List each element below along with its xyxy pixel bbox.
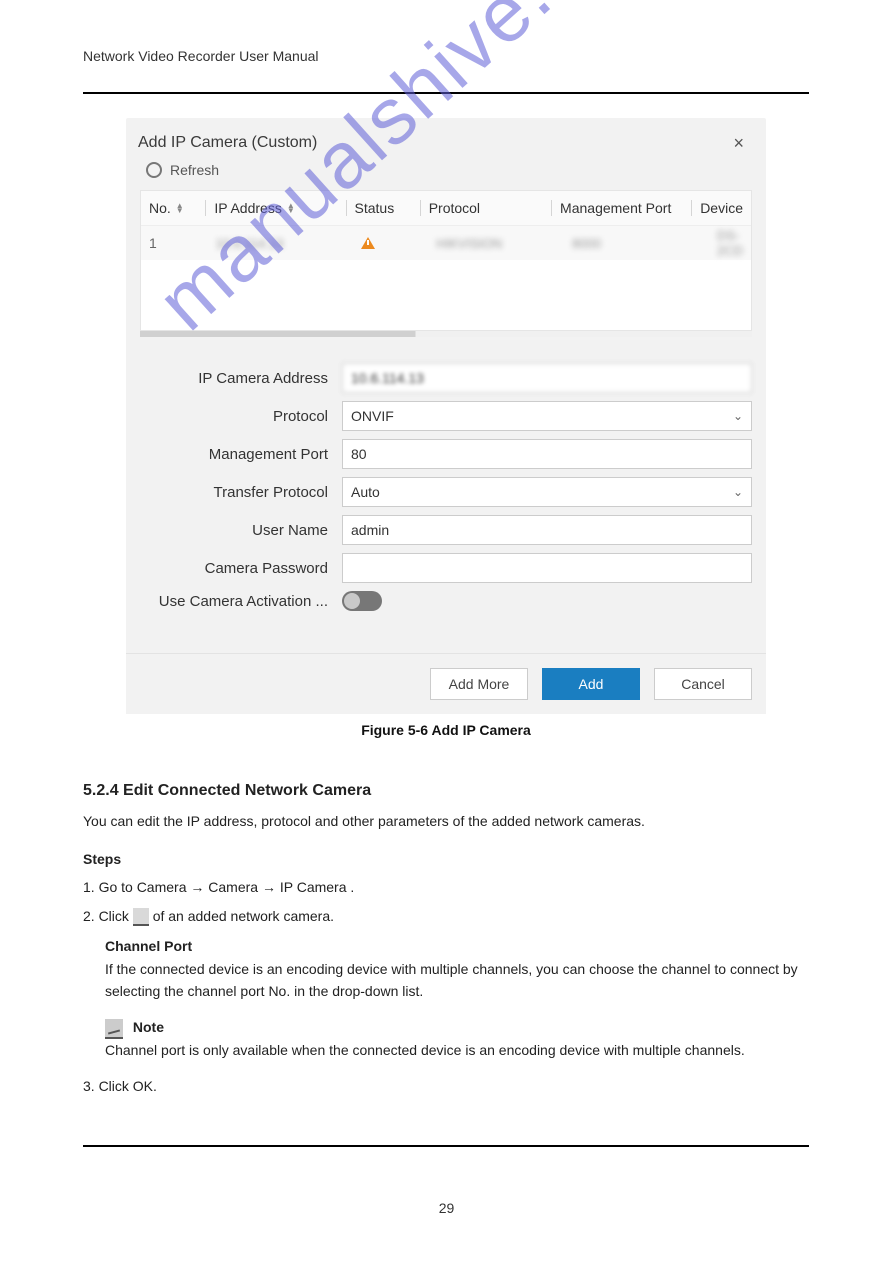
activation-toggle[interactable] xyxy=(342,591,382,611)
col-no[interactable]: No. xyxy=(149,200,171,216)
cell-device: DS-2CD xyxy=(717,228,743,258)
rule-top xyxy=(83,92,809,94)
col-device[interactable]: Device xyxy=(700,200,743,216)
warning-icon xyxy=(361,237,375,249)
section-body: 5.2.4 Edit Connected Network Camera You … xyxy=(83,760,809,1104)
label-ip-address: IP Camera Address xyxy=(140,370,342,387)
label-user-name: User Name xyxy=(140,522,342,539)
col-mport[interactable]: Management Port xyxy=(560,200,671,216)
figure-caption: Figure 5-6 Add IP Camera xyxy=(83,722,809,738)
protocol-value: ONVIF xyxy=(351,408,394,424)
cell-mport: 8000 xyxy=(572,236,601,251)
step-1: 1. Go to Camera → Camera → IP Camera . xyxy=(83,876,809,898)
dialog-footer: Add More Add Cancel xyxy=(126,653,766,714)
label-protocol: Protocol xyxy=(140,408,342,425)
section-intro: You can edit the IP address, protocol an… xyxy=(83,810,809,832)
table-header: No. ▲▼ IP Address ▲▼ Status Protocol Man… xyxy=(141,191,751,226)
add-button[interactable]: Add xyxy=(542,668,640,700)
edit-icon xyxy=(133,908,149,926)
management-port-input[interactable] xyxy=(342,439,752,469)
add-more-button[interactable]: Add More xyxy=(430,668,528,700)
chevron-down-icon: ⌄ xyxy=(733,409,743,423)
refresh-icon xyxy=(146,162,162,178)
user-name-input[interactable] xyxy=(342,515,752,545)
page-number: 29 xyxy=(0,1200,893,1216)
ip-address-input[interactable] xyxy=(342,363,752,393)
col-protocol[interactable]: Protocol xyxy=(429,200,480,216)
refresh-button[interactable]: Refresh xyxy=(126,162,766,190)
dialog-title: Add IP Camera (Custom) xyxy=(138,134,317,152)
horizontal-scrollbar[interactable] xyxy=(140,331,752,337)
protocol-select[interactable]: ONVIF ⌄ xyxy=(342,401,752,431)
label-management-port: Management Port xyxy=(140,446,342,463)
table-row[interactable]: 1 10.6.114.13 HIKVISION 8000 DS-2CD xyxy=(141,226,751,260)
step-3: 3. Click OK. xyxy=(83,1075,809,1097)
label-camera-password: Camera Password xyxy=(140,560,342,577)
chevron-down-icon: ⌄ xyxy=(733,485,743,499)
step-2: 2. Click of an added network camera. xyxy=(83,905,809,927)
cell-ip: 10.6.114.13 xyxy=(216,236,284,251)
add-ip-camera-dialog: Add IP Camera (Custom) × Refresh No. ▲▼ … xyxy=(126,118,766,714)
cell-no: 1 xyxy=(149,235,157,251)
channel-port-text: If the connected device is an encoding d… xyxy=(105,958,809,1003)
camera-password-input[interactable] xyxy=(342,553,752,583)
camera-table: No. ▲▼ IP Address ▲▼ Status Protocol Man… xyxy=(140,190,752,331)
transfer-protocol-value: Auto xyxy=(351,484,380,500)
col-ip[interactable]: IP Address xyxy=(214,200,281,216)
transfer-protocol-select[interactable]: Auto ⌄ xyxy=(342,477,752,507)
label-activation: Use Camera Activation ... xyxy=(140,593,342,610)
cell-protocol: HIKVISION xyxy=(436,236,502,251)
note-block: Note Channel port is only available when… xyxy=(105,1016,809,1061)
page-header: Network Video Recorder User Manual xyxy=(83,48,319,64)
rule-bottom xyxy=(83,1145,809,1147)
close-icon[interactable]: × xyxy=(733,134,744,152)
refresh-label: Refresh xyxy=(170,162,219,178)
channel-port-label: Channel Port xyxy=(105,935,809,957)
section-heading: 5.2.4 Edit Connected Network Camera xyxy=(83,778,809,804)
sort-icon[interactable]: ▲▼ xyxy=(176,203,184,213)
sort-icon[interactable]: ▲▼ xyxy=(287,203,295,213)
note-title: Note xyxy=(133,1019,164,1035)
cancel-button[interactable]: Cancel xyxy=(654,668,752,700)
note-text: Channel port is only available when the … xyxy=(105,1039,809,1061)
camera-form: IP Camera Address Protocol ONVIF ⌄ Manag… xyxy=(126,347,766,623)
col-status[interactable]: Status xyxy=(355,200,395,216)
note-icon xyxy=(105,1019,123,1039)
label-transfer-protocol: Transfer Protocol xyxy=(140,484,342,501)
steps-title: Steps xyxy=(83,848,809,870)
